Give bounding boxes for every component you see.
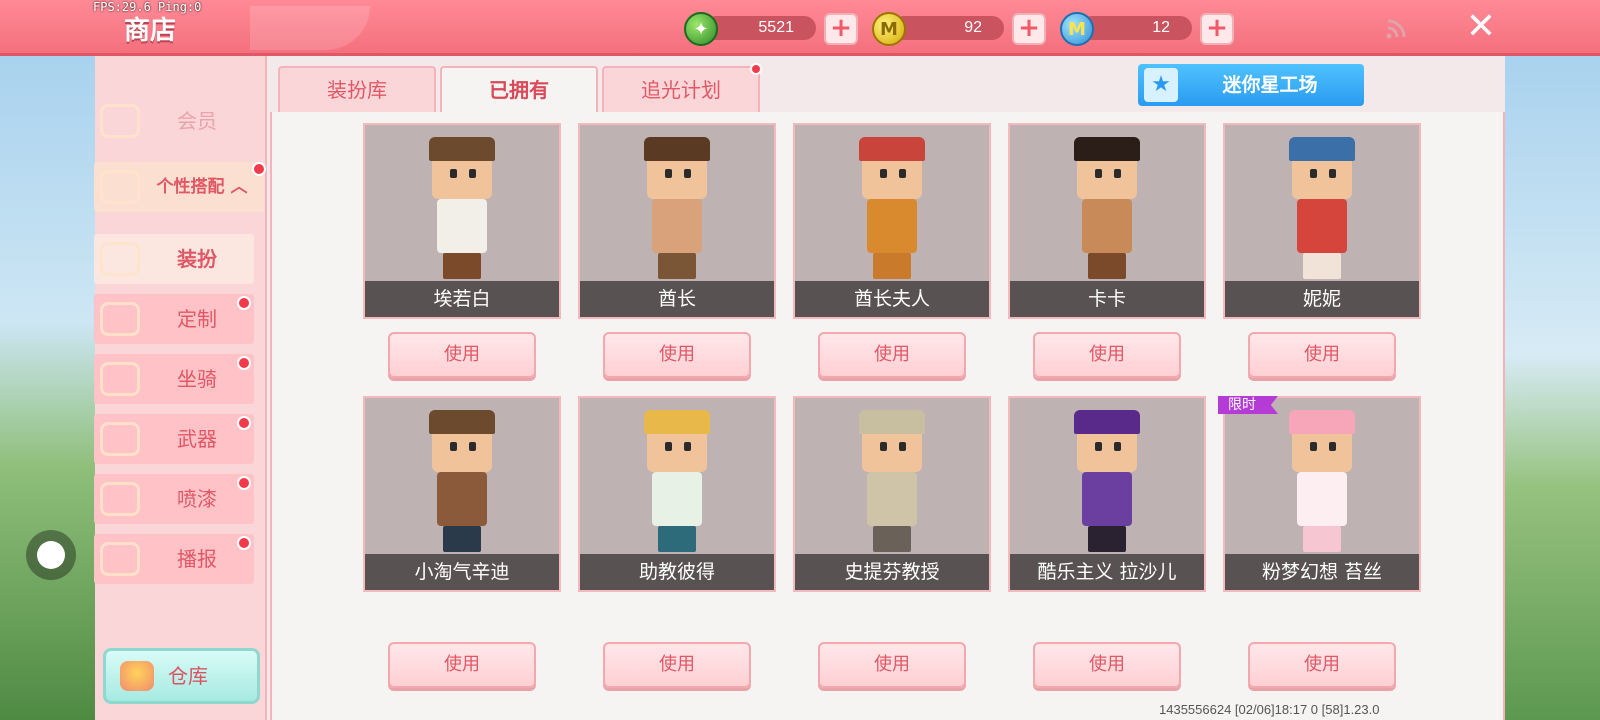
flower-icon (100, 170, 140, 204)
use-button[interactable]: 使用 (388, 332, 536, 378)
outfit-card[interactable]: 小淘气辛迪 (363, 396, 561, 592)
gem-count: 5521 (758, 19, 794, 36)
signal-icon[interactable] (1385, 18, 1407, 40)
tab-light-chase-plan[interactable]: 追光计划 (602, 66, 760, 112)
use-button[interactable]: 使用 (1248, 332, 1396, 378)
character-avatar (632, 137, 722, 281)
add-coin-button[interactable]: + (1012, 13, 1046, 45)
use-button[interactable]: 使用 (388, 642, 536, 688)
brush-icon (100, 302, 140, 336)
mount-icon (100, 362, 140, 396)
use-button[interactable]: 使用 (1033, 332, 1181, 378)
outfit-name: 小淘气辛迪 (365, 554, 559, 590)
sidebar-item-mount[interactable]: 坐骑 (94, 354, 254, 404)
outfit-name: 粉梦幻想 苔丝 (1225, 554, 1419, 590)
use-button[interactable]: 使用 (603, 642, 751, 688)
member-icon (100, 104, 140, 138)
outfit-card[interactable]: 粉梦幻想 苔丝 (1223, 396, 1421, 592)
page-title: 商店 (124, 16, 177, 46)
notification-dot (252, 162, 266, 176)
star-icon: ★ (1144, 68, 1178, 102)
outfit-name: 酷乐主义 拉沙儿 (1010, 554, 1204, 590)
outfit-card[interactable]: 卡卡 (1008, 123, 1206, 319)
outfit-card[interactable]: 妮妮 (1223, 123, 1421, 319)
broadcast-icon (100, 542, 140, 576)
sidebar-group-personal[interactable]: 个性搭配 ︿ (94, 162, 264, 212)
joystick[interactable] (26, 530, 76, 580)
outfit-card[interactable]: 埃若白 (363, 123, 561, 319)
character-avatar (847, 137, 937, 281)
outfit-card[interactable]: 助教彼得 (578, 396, 776, 592)
spray-can-icon (100, 482, 140, 516)
sidebar-item-spray[interactable]: 喷漆 (94, 474, 254, 524)
character-avatar (1277, 410, 1367, 554)
notification-dot (237, 356, 251, 370)
limited-time-badge: 限时 (1218, 396, 1278, 414)
character-avatar (1062, 137, 1152, 281)
outfit-name: 助教彼得 (580, 554, 774, 590)
sidebar-item-outfit[interactable]: 装扮 (94, 234, 254, 284)
chevron-up-icon: ︿ (230, 177, 248, 197)
tab-outfit-library[interactable]: 装扮库 (278, 66, 436, 112)
character-avatar (417, 410, 507, 554)
add-gem-button[interactable]: + (824, 13, 858, 45)
notification-dot (750, 63, 762, 75)
outfit-card[interactable]: 酷乐主义 拉沙儿 (1008, 396, 1206, 592)
use-button[interactable]: 使用 (1033, 642, 1181, 688)
gun-icon (100, 422, 140, 456)
outfit-card[interactable]: 酋长夫人 (793, 123, 991, 319)
sidebar-item-member[interactable]: 会员 (94, 96, 254, 146)
outfit-name: 卡卡 (1010, 281, 1204, 317)
warehouse-button[interactable]: 仓库 (103, 648, 260, 704)
notification-dot (237, 476, 251, 490)
use-button[interactable]: 使用 (1248, 642, 1396, 688)
outfit-name: 埃若白 (365, 281, 559, 317)
build-info: 1435556624 [02/06]18:17 0 [58]1.23.0 (1159, 702, 1380, 717)
notification-dot (237, 296, 251, 310)
sidebar-item-weapon[interactable]: 武器 (94, 414, 254, 464)
outfit-name: 酋长 (580, 281, 774, 317)
add-mini-coin-button[interactable]: + (1200, 13, 1234, 45)
use-button[interactable]: 使用 (603, 332, 751, 378)
tab-owned[interactable]: 已拥有 (440, 66, 598, 112)
coin-count: 92 (964, 19, 982, 36)
close-icon[interactable]: ✕ (1462, 8, 1500, 46)
sidebar-item-broadcast[interactable]: 播报 (94, 534, 254, 584)
character-avatar (632, 410, 722, 554)
character-avatar (1277, 137, 1367, 281)
character-avatar (417, 137, 507, 281)
title-decoration (250, 6, 370, 50)
mini-star-workshop-button[interactable]: ★ 迷你星工场 (1138, 64, 1364, 106)
top-bar: FPS:29.6 Ping:0 商店 ✦ 5521 + M 92 + M 12 … (0, 0, 1600, 56)
sidebar-item-custom[interactable]: 定制 (94, 294, 254, 344)
character-avatar (847, 410, 937, 554)
notification-dot (237, 536, 251, 550)
scene-background-left (0, 56, 95, 720)
outfit-name: 酋长夫人 (795, 281, 989, 317)
outfit-card[interactable]: 史提芬教授 (793, 396, 991, 592)
chest-icon (120, 661, 154, 691)
shirt-icon (100, 242, 140, 276)
character-avatar (1062, 410, 1152, 554)
outfit-name: 妮妮 (1225, 281, 1419, 317)
notification-dot (237, 416, 251, 430)
outfit-name: 史提芬教授 (795, 554, 989, 590)
use-button[interactable]: 使用 (818, 332, 966, 378)
joystick-knob[interactable] (37, 541, 65, 569)
use-button[interactable]: 使用 (818, 642, 966, 688)
outfit-card[interactable]: 酋长 (578, 123, 776, 319)
mini-coin-count: 12 (1152, 19, 1170, 36)
